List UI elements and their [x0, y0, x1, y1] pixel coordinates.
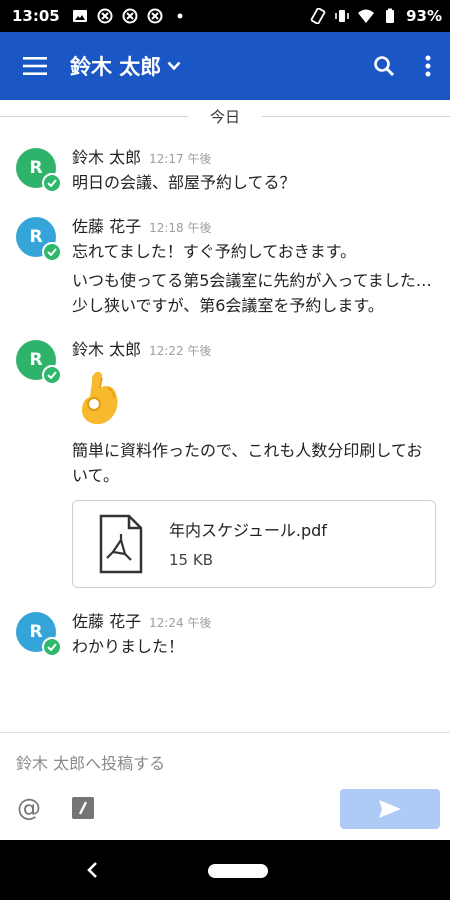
search-button[interactable]	[362, 32, 406, 100]
message-time: 12:22 午後	[149, 344, 212, 358]
file-size: 15 KB	[169, 551, 213, 569]
online-check-icon	[42, 365, 62, 385]
avatar-letter: R	[29, 227, 43, 247]
message-time: 12:24 午後	[149, 616, 212, 630]
slash-command-icon	[78, 801, 88, 815]
hamburger-icon	[23, 57, 47, 75]
ok-hand-icon	[82, 371, 118, 425]
file-attachment[interactable]: 年内スケジュール.pdf 15 KB	[72, 500, 436, 588]
wifi-icon	[358, 9, 375, 23]
message-text: 簡単に資料作ったので、これも人数分印刷しておいて。	[72, 441, 423, 485]
message-time: 12:18 午後	[149, 221, 212, 235]
pdf-file-icon	[99, 514, 143, 574]
mention-button[interactable]: @	[14, 793, 44, 823]
send-button[interactable]	[340, 789, 440, 829]
status-bar: 13:05 93%	[0, 0, 450, 32]
message-item[interactable]: R 佐藤 花子 12:24 午後 わかりました！	[0, 608, 450, 659]
home-pill-button[interactable]	[208, 864, 268, 878]
image-notification-icon	[72, 10, 87, 22]
avatar-letter: R	[29, 350, 43, 370]
message-input[interactable]	[16, 749, 436, 777]
message-item[interactable]: R 鈴木 太郎 12:22 午後 簡単に資料作ったので、これも人数分印刷しておい…	[0, 336, 450, 588]
battery-icon	[386, 8, 395, 23]
message-text: わかりました！	[72, 637, 185, 656]
avatar[interactable]: R	[16, 148, 62, 193]
back-button[interactable]	[80, 856, 104, 884]
app-notification-icon	[147, 8, 163, 24]
online-check-icon	[42, 173, 62, 193]
sender-name[interactable]: 鈴木 太郎	[72, 144, 141, 168]
app-notification-icon	[97, 8, 113, 24]
online-check-icon	[42, 242, 62, 262]
back-chevron-icon	[87, 862, 97, 878]
channel-title-button[interactable]: 鈴木 太郎	[70, 51, 181, 81]
dot-icon	[177, 13, 183, 19]
message-item[interactable]: R 佐藤 花子 12:18 午後 忘れてました！すぐ予約しておきます。 いつも使…	[0, 213, 450, 318]
sender-name[interactable]: 佐藤 花子	[72, 213, 141, 237]
avatar-letter: R	[29, 158, 43, 178]
online-check-icon	[42, 637, 62, 657]
sender-name[interactable]: 鈴木 太郎	[72, 336, 141, 360]
menu-button[interactable]	[0, 32, 70, 100]
avatar[interactable]: R	[16, 612, 62, 657]
app-notification-icon	[122, 8, 138, 24]
more-vertical-icon	[425, 55, 431, 77]
app-bar: 鈴木 太郎	[0, 32, 450, 100]
date-separator: 今日	[0, 100, 450, 132]
vibrate-icon	[335, 10, 349, 22]
avatar[interactable]: R	[16, 340, 62, 385]
file-name[interactable]: 年内スケジュール.pdf	[169, 519, 327, 543]
sender-name[interactable]: 佐藤 花子	[72, 608, 141, 632]
message-text: 忘れてました！すぐ予約しておきます。	[72, 242, 357, 261]
avatar[interactable]: R	[16, 217, 62, 262]
system-nav-bar	[0, 840, 450, 900]
slash-command-button[interactable]	[72, 797, 94, 819]
at-icon: @	[17, 794, 41, 822]
avatar-letter: R	[29, 622, 43, 642]
message-time: 12:17 午後	[149, 152, 212, 166]
divider	[0, 116, 188, 117]
message-item[interactable]: R 鈴木 太郎 12:17 午後 明日の会議、部屋予約してる？	[0, 144, 450, 195]
chevron-down-icon	[167, 61, 181, 71]
message-composer: @	[0, 732, 450, 840]
notification-icons	[72, 8, 188, 24]
search-icon	[374, 56, 395, 77]
battery-percent: 93%	[406, 7, 442, 25]
message-text: 明日の会議、部屋予約してる？	[72, 173, 296, 192]
message-list[interactable]: 今日 R 鈴木 太郎 12:17 午後 明日の会議、部屋予約してる？ R 佐藤 …	[0, 100, 450, 732]
date-label: 今日	[195, 105, 254, 127]
channel-title: 鈴木 太郎	[70, 55, 162, 79]
divider	[262, 116, 450, 117]
status-time: 13:05	[12, 7, 60, 25]
send-icon	[379, 800, 401, 818]
message-text: いつも使ってる第5会議室に先約が入ってました… 少し狭いですが、第6会議室を予約…	[72, 271, 432, 315]
more-options-button[interactable]	[406, 32, 450, 100]
rotate-icon	[310, 8, 326, 24]
